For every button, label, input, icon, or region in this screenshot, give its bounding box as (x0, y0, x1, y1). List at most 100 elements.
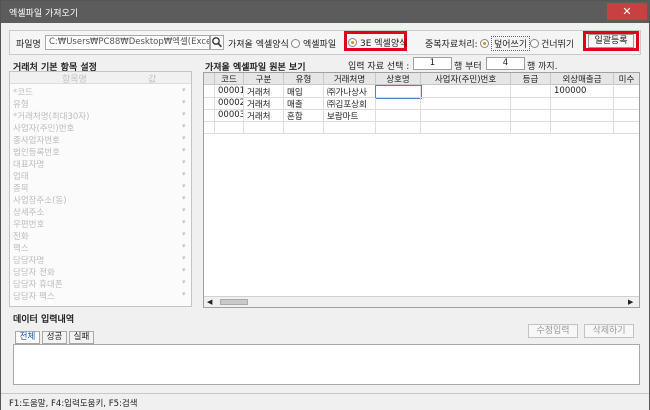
scroll-left-icon[interactable]: ◀ (207, 298, 212, 306)
grid-cell[interactable] (244, 122, 284, 134)
input-history-title: 데이터 입력내역 (13, 315, 75, 325)
grid-cell[interactable] (421, 86, 511, 98)
settings-row-label: 종목 (13, 184, 29, 194)
input-history-list[interactable] (13, 344, 640, 385)
settings-grid-header: 항목명 값 (10, 72, 191, 85)
dropdown-arrow-icon: ▾ (182, 230, 186, 238)
tab-all[interactable]: 전체 (15, 331, 40, 344)
settings-row[interactable]: 대표자명 ▾ (10, 158, 191, 170)
settings-row[interactable]: 상세주소 ▾ (10, 206, 191, 218)
grid-cell[interactable] (511, 110, 551, 122)
scroll-thumb[interactable] (220, 299, 248, 305)
close-button[interactable]: ✕ (607, 3, 647, 20)
horizontal-scrollbar[interactable]: ◀ ▶ (204, 296, 639, 307)
grid-col-grade[interactable]: 등급 (511, 73, 551, 85)
grid-cell[interactable] (614, 98, 639, 110)
tab-success[interactable]: 성공 (42, 331, 67, 344)
settings-row[interactable]: 사업자(주민)번호 ▾ (10, 122, 191, 134)
tab-fail[interactable]: 실패 (69, 331, 94, 344)
grid-cell[interactable]: 거래처 (244, 86, 284, 98)
settings-row[interactable]: 전화 ▾ (10, 230, 191, 242)
grid-cell[interactable] (551, 122, 614, 134)
dup-radio-overwrite[interactable] (480, 39, 489, 48)
grid-cell[interactable] (614, 86, 639, 98)
grid-cell[interactable] (551, 110, 614, 122)
settings-row[interactable]: 우편번호 ▾ (10, 218, 191, 230)
grid-cell[interactable] (284, 122, 324, 134)
dropdown-arrow-icon: ▾ (182, 206, 186, 214)
format-radio-excel[interactable] (291, 39, 300, 48)
grid-cell[interactable] (376, 98, 421, 110)
grid-cell-selected[interactable] (375, 85, 422, 99)
grid-cell[interactable]: 00001 (215, 86, 244, 98)
grid-col-type[interactable]: 유형 (284, 73, 324, 85)
settings-row[interactable]: 종목 ▾ (10, 182, 191, 194)
grid-col-client-name[interactable]: 거래처명 (324, 73, 376, 85)
from-row-input[interactable]: 1 (413, 57, 452, 70)
grid-cell[interactable]: 매입 (284, 86, 324, 98)
search-icon[interactable] (210, 35, 224, 50)
grid-col-unpaid[interactable]: 미수 (614, 73, 639, 85)
grid-cell[interactable]: 혼합 (284, 110, 324, 122)
dropdown-arrow-icon: ▾ (182, 110, 186, 118)
settings-row-label: 상세주소 (13, 208, 45, 218)
dropdown-arrow-icon: ▾ (182, 98, 186, 106)
grid-cell[interactable] (215, 122, 244, 134)
grid-cell[interactable] (511, 98, 551, 110)
dropdown-arrow-icon: ▾ (182, 170, 186, 178)
settings-row[interactable]: 법인등록번호 ▾ (10, 146, 191, 158)
grid-cell[interactable] (376, 122, 421, 134)
settings-row[interactable]: 업태 ▾ (10, 170, 191, 182)
delete-button[interactable]: 삭제하기 (584, 324, 634, 338)
bulk-register-button[interactable]: 일괄등록 (588, 34, 634, 48)
settings-grid: 항목명 값 *코드 ▾ 유형 ▾ *거래처명(최대30자) ▾ 사업자(주민)번호 ▾ … (9, 71, 192, 307)
grid-cell[interactable]: 매출 (284, 98, 324, 110)
file-path-input[interactable]: C:₩Users₩PC88₩Desktop₩엑셀(Excel (45, 35, 210, 50)
grid-cell[interactable] (376, 110, 421, 122)
scroll-right-icon[interactable]: ▶ (628, 298, 633, 306)
settings-row[interactable]: 팩스 ▾ (10, 242, 191, 254)
grid-cell[interactable]: 100000 (551, 86, 614, 98)
dup-radio-skip[interactable] (530, 39, 539, 48)
dropdown-arrow-icon: ▾ (182, 194, 186, 202)
grid-cell[interactable] (551, 98, 614, 110)
to-row-input[interactable]: 4 (486, 57, 525, 70)
settings-row[interactable]: *거래처명(최대30자) ▾ (10, 110, 191, 122)
format-radio-3e[interactable] (348, 38, 357, 47)
grid-cell[interactable] (511, 86, 551, 98)
settings-row[interactable]: 담당자 전화 ▾ (10, 266, 191, 278)
settings-row-label: 종사업자번호 (13, 136, 60, 146)
grid-cell[interactable] (614, 110, 639, 122)
grid-col-business-name[interactable]: 상호명 (376, 73, 421, 85)
edit-input-button[interactable]: 수정입력 (528, 324, 578, 338)
grid-cell[interactable]: ㈜김포상회 (324, 98, 376, 110)
dropdown-arrow-icon: ▾ (182, 266, 186, 274)
grid-cell[interactable] (421, 110, 511, 122)
settings-row[interactable]: 담당자 팩스 ▾ (10, 290, 191, 302)
grid-cell[interactable] (421, 122, 511, 134)
settings-row[interactable]: 유형 ▾ (10, 98, 191, 110)
grid-cell[interactable]: 보람마트 (324, 110, 376, 122)
grid-cell[interactable]: 거래처 (244, 110, 284, 122)
dropdown-arrow-icon: ▾ (182, 254, 186, 262)
settings-row[interactable]: *코드 ▾ (10, 86, 191, 98)
settings-row[interactable]: 종사업자번호 ▾ (10, 134, 191, 146)
grid-cell[interactable]: 00003 (215, 110, 244, 122)
grid-cell[interactable]: 거래처 (244, 98, 284, 110)
settings-row[interactable]: 담당자명 ▾ (10, 254, 191, 266)
grid-col-code[interactable]: 코드 (215, 73, 244, 85)
settings-row[interactable]: 사업장주소(동) ▾ (10, 194, 191, 206)
grid-cell[interactable]: 00002 (215, 98, 244, 110)
grid-cell[interactable] (324, 122, 376, 134)
grid-cell[interactable]: ㈜가나상사 (324, 86, 376, 98)
dropdown-arrow-icon: ▾ (182, 86, 186, 94)
grid-col-reg-no[interactable]: 사업자(주민)번호 (421, 73, 511, 85)
settings-col-name: 항목명 (62, 75, 87, 85)
grid-cell[interactable] (511, 122, 551, 134)
settings-row[interactable]: 담당자 휴대폰 ▾ (10, 278, 191, 290)
grid-col-receivables[interactable]: 외상매출금 (551, 73, 614, 85)
settings-row-label: 법인등록번호 (13, 148, 60, 158)
grid-col-category[interactable]: 구분 (244, 73, 284, 85)
grid-cell[interactable] (614, 122, 639, 134)
grid-cell[interactable] (421, 98, 511, 110)
